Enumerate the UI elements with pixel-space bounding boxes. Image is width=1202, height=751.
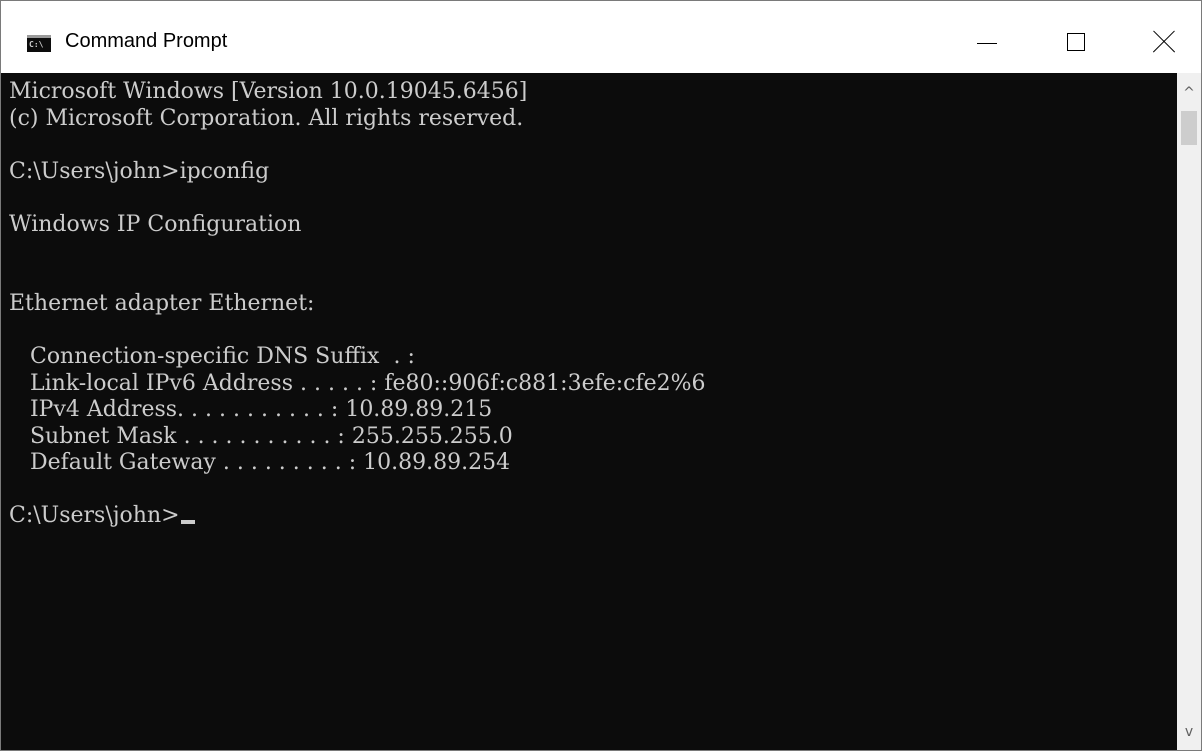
console-lines: Microsoft Windows [Version 10.0.19045.64…: [9, 79, 706, 530]
console-prompt: C:\Users\john>: [9, 503, 180, 528]
title-bar[interactable]: C:\ Command Prompt: [1, 1, 1201, 73]
scrollbar-thumb[interactable]: [1181, 111, 1197, 145]
minimize-button[interactable]: [939, 1, 1031, 73]
close-icon: [1153, 31, 1175, 53]
scroll-up-arrow-icon[interactable]: ^: [1177, 77, 1201, 109]
command-prompt-icon[interactable]: C:\: [27, 35, 51, 52]
console-output-area[interactable]: Microsoft Windows [Version 10.0.19045.64…: [1, 73, 1177, 750]
console-line-gateway: Default Gateway . . . . . . . . . : 10.8…: [9, 450, 511, 475]
window-title: Command Prompt: [65, 30, 228, 52]
maximize-icon: [1067, 33, 1085, 51]
console-line-dns-suffix: Connection-specific DNS Suffix . :: [9, 344, 415, 369]
minimize-icon: [977, 43, 997, 44]
console-line-ipv6: Link-local IPv6 Address . . . . . : fe80…: [9, 370, 706, 396]
vertical-scrollbar[interactable]: ^ v: [1177, 73, 1201, 750]
console-line-version: Microsoft Windows [Version 10.0.19045.64…: [9, 79, 528, 104]
console-line-copyright: (c) Microsoft Corporation. All rights re…: [9, 105, 524, 131]
console-line-command: C:\Users\john>ipconfig: [9, 158, 270, 184]
text-cursor: [180, 520, 195, 524]
command-prompt-window: C:\ Command Prompt Microsoft Windows [Ve…: [0, 0, 1202, 751]
console-line-adapter-header: Ethernet adapter Ethernet:: [9, 291, 315, 316]
console-prompt-line[interactable]: C:\Users\john>: [9, 503, 706, 530]
console-line-ipv4: IPv4 Address. . . . . . . . . . . : 10.8…: [9, 397, 493, 422]
close-button[interactable]: [1109, 1, 1201, 73]
console-line-subnet-mask: Subnet Mask . . . . . . . . . . . : 255.…: [9, 423, 513, 449]
console-line-ip-config-header: Windows IP Configuration: [9, 211, 302, 237]
scroll-down-arrow-icon[interactable]: v: [1177, 716, 1201, 748]
